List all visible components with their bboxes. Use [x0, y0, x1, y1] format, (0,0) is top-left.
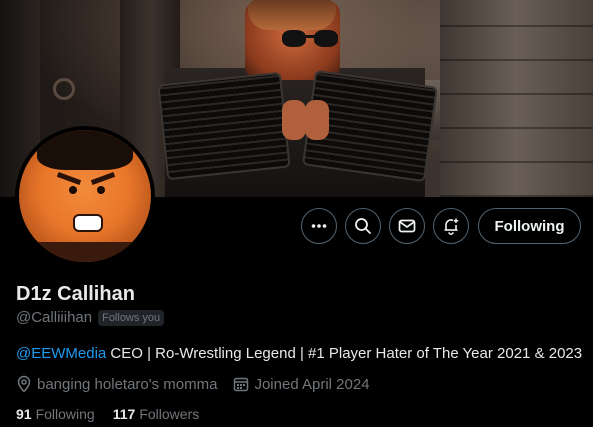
banner-figure-hair	[248, 0, 336, 30]
search-icon	[354, 217, 372, 235]
display-name: D1z Callihan	[16, 283, 135, 305]
profile-bio: @EEWMedia CEO | Ro-Wrestling Legend | #1…	[16, 345, 582, 362]
following-label: Following	[35, 406, 95, 422]
joined-item: Joined April 2024	[233, 375, 370, 393]
bio-mention-link[interactable]: @EEWMedia	[16, 345, 106, 362]
followers-count: 117	[112, 406, 136, 422]
location-item: banging holetaro's momma	[16, 375, 217, 393]
banner-figure-hand-right	[305, 100, 329, 140]
banner-sunglasses	[282, 30, 342, 48]
handle-row: @Calliiihan Follows you	[16, 309, 165, 326]
username-handle: @Calliiihan	[16, 309, 93, 326]
notifications-button[interactable]	[433, 208, 469, 244]
location-pin-icon	[16, 375, 32, 393]
bell-plus-icon	[442, 217, 460, 235]
followers-count-link[interactable]: 117 Followers	[113, 406, 200, 422]
profile-meta: banging holetaro's momma Joined April 20…	[16, 375, 386, 393]
banner-chair-cushion-left	[157, 71, 291, 181]
banner-figure-hand-left	[282, 100, 306, 140]
profile-actions: Following	[301, 208, 581, 246]
calendar-icon	[233, 376, 249, 392]
followers-label: Followers	[139, 406, 200, 422]
envelope-icon	[398, 217, 416, 235]
location-text: banging holetaro's momma	[37, 375, 218, 393]
following-count-link[interactable]: 91 Following	[16, 406, 95, 422]
more-dots-icon	[310, 217, 328, 235]
bio-text: CEO | Ro-Wrestling Legend | #1 Player Ha…	[106, 345, 583, 362]
avatar-image	[19, 130, 151, 262]
follow-stats: 91 Following 117 Followers	[16, 406, 217, 422]
joined-date: Joined April 2024	[254, 375, 370, 393]
avatar[interactable]	[15, 126, 155, 266]
banner-wall-ring	[53, 78, 75, 100]
following-count: 91	[16, 406, 32, 422]
more-button[interactable]	[301, 208, 337, 244]
message-button[interactable]	[389, 208, 425, 244]
following-button[interactable]: Following	[478, 208, 581, 244]
follows-you-badge: Follows you	[98, 309, 165, 326]
search-profile-button[interactable]	[345, 208, 381, 244]
banner-wall-right	[440, 0, 593, 197]
